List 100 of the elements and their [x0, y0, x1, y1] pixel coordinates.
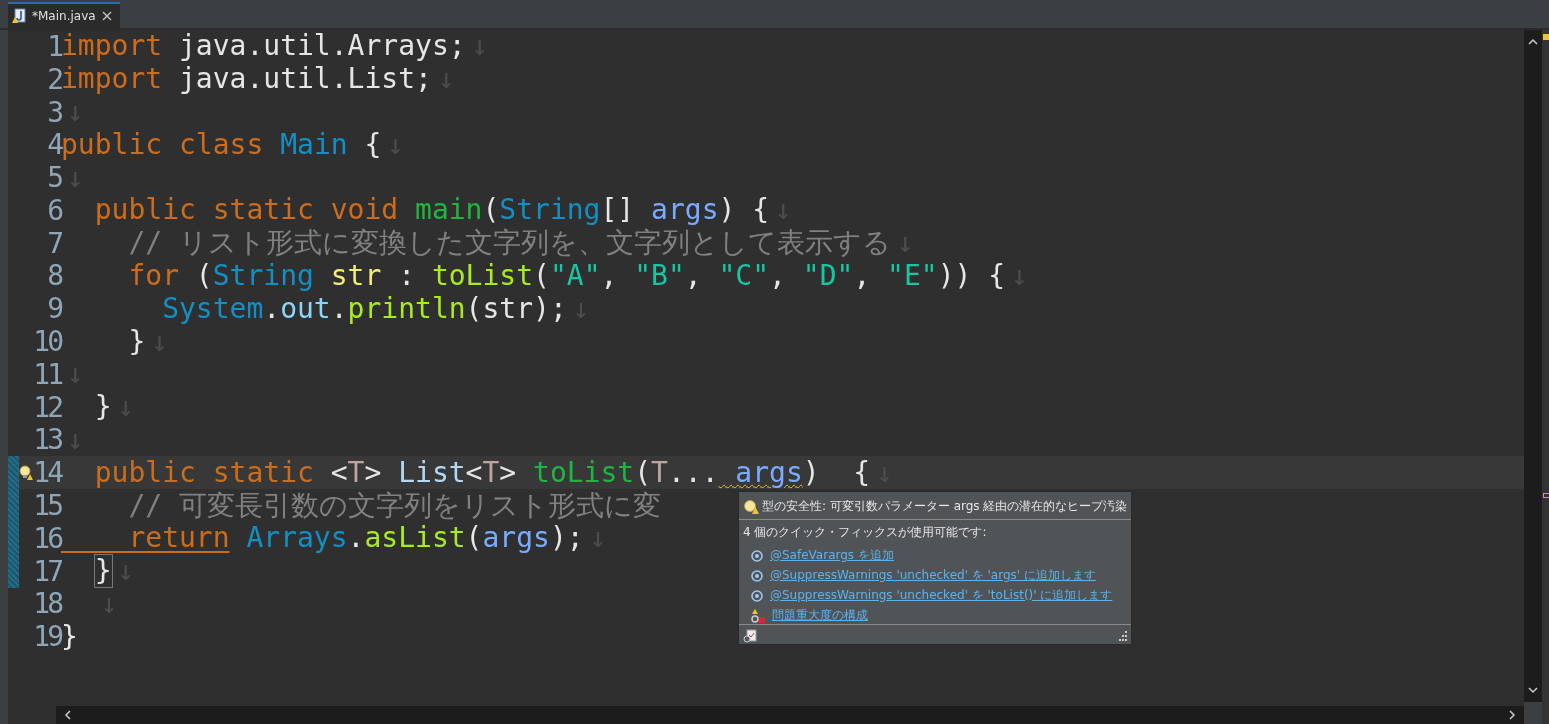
lightbulb-warning-icon[interactable]: [19, 464, 33, 481]
line-number: 19: [33, 620, 61, 654]
keyword: class: [178, 128, 264, 161]
method-call: asList: [364, 522, 466, 555]
line-end-marker: ↓: [571, 292, 590, 325]
code-text: :: [397, 259, 416, 292]
type-name: String: [212, 259, 314, 292]
code-text: java.util.List;: [178, 63, 432, 96]
type-parameter: T: [347, 456, 365, 489]
java-file-icon: [12, 8, 26, 24]
line-number: 17: [33, 554, 61, 588]
code-text: }: [61, 620, 78, 653]
code-text: (str);: [465, 292, 567, 325]
keyword: static: [211, 194, 314, 227]
keyword: import: [61, 63, 163, 96]
line-number: 9: [46, 292, 61, 326]
keyword: import: [61, 30, 163, 63]
method-call: toList: [430, 259, 534, 292]
code-comment: // 可変長引数の文字列をリスト形式に変: [127, 489, 661, 522]
code-text: <: [329, 456, 348, 489]
line-number: 4: [46, 128, 61, 162]
scroll-right-icon[interactable]: [1508, 710, 1517, 720]
keyword: public: [93, 194, 196, 227]
scroll-left-icon[interactable]: [64, 710, 72, 720]
line-end-marker: ↓: [436, 63, 455, 96]
line-number: 14: [33, 456, 61, 490]
line-end-marker: ↓: [875, 456, 894, 489]
type-name: Arrays: [245, 522, 348, 555]
annotation-icon: [751, 589, 763, 602]
resize-grip-icon[interactable]: [1117, 631, 1128, 641]
keyword: for: [127, 259, 179, 292]
line-number: 15: [33, 489, 61, 523]
line-number: 5: [46, 161, 61, 195]
keyword: static: [211, 456, 314, 489]
line-end-marker: ↓: [116, 555, 135, 588]
line-end-marker: ↓: [66, 423, 84, 456]
preferences-icon[interactable]: [743, 629, 757, 643]
code-text: ...: [667, 456, 719, 489]
line-number: 7: [46, 226, 61, 260]
method-name: toList: [532, 456, 635, 489]
line-end-marker: ↓: [150, 325, 169, 358]
code-text: ,: [684, 259, 702, 292]
line-number: 8: [46, 259, 61, 293]
line-number: 16: [33, 521, 61, 555]
parameter: args: [482, 522, 550, 555]
vertical-scrollbar[interactable]: [1524, 30, 1543, 702]
horizontal-scrollbar[interactable]: [56, 706, 1525, 724]
field-name: out: [280, 292, 331, 325]
scroll-down-icon[interactable]: [1528, 686, 1539, 694]
interface-name: List: [397, 456, 466, 489]
line-end-marker: ↓: [588, 522, 607, 555]
code-text: {: [363, 128, 382, 161]
quick-fix-link[interactable]: 問題重大度の構成: [772, 607, 868, 624]
type-parameter: T: [482, 456, 500, 489]
code-text: (: [533, 259, 550, 292]
quick-fix-link[interactable]: @SuppressWarnings 'unchecked' を 'toList()' に追加します: [770, 587, 1113, 604]
quick-fix-link[interactable]: @SuppressWarnings 'unchecked' を 'args' に追加します: [770, 567, 1096, 584]
line-end-marker: ↓: [386, 128, 405, 161]
warning-summary-marker: [1543, 34, 1549, 40]
tab-title: *Main.java: [32, 9, 96, 23]
code-text: java.util.Arrays;: [178, 30, 466, 63]
keyword: public: [93, 456, 196, 489]
code-text: .: [330, 292, 348, 325]
string-literal: "D": [801, 259, 854, 292]
code-text: ,: [769, 259, 786, 292]
code-text: ) {: [718, 194, 770, 227]
type-name: System: [161, 292, 264, 325]
string-literal: "B": [633, 259, 685, 292]
string-literal: "C": [717, 259, 770, 292]
string-literal: "A": [549, 259, 601, 292]
parameter: args: [734, 456, 803, 489]
keyword: void: [329, 194, 399, 227]
line-end-marker: ↓: [99, 587, 118, 620]
code-text: (: [482, 194, 500, 227]
parameter: args: [650, 194, 719, 227]
line-number: 2: [46, 62, 61, 96]
line-number: 11: [33, 357, 61, 391]
code-comment: // リスト形式に変換した文字列を、文字列として表示する: [127, 227, 891, 260]
keyword: public: [61, 128, 163, 161]
type-name: Main: [279, 128, 348, 161]
line-number: 1: [46, 29, 61, 63]
line-end-marker: ↓: [66, 358, 84, 391]
line-end-marker: ↓: [896, 227, 914, 260]
annotation-icon: [751, 549, 763, 562]
quick-fix-link[interactable]: @SafeVarargs を追加: [770, 547, 894, 564]
string-literal: "E": [886, 259, 938, 292]
scroll-up-icon[interactable]: [1528, 38, 1539, 46]
code-text: .: [263, 292, 281, 325]
type-parameter: T: [651, 456, 668, 489]
code-text: []: [600, 194, 635, 227]
code-text: ) {: [802, 456, 871, 489]
variable-name: str: [329, 259, 382, 292]
code-text: ,: [853, 259, 871, 292]
code-text: (: [634, 456, 652, 489]
editor-tab[interactable]: *Main.java: [8, 2, 120, 28]
line-number: 10: [33, 325, 61, 359]
keyword: return: [127, 522, 230, 555]
line-number: 6: [46, 193, 61, 227]
code-text: ,: [600, 259, 618, 292]
close-icon[interactable]: [101, 11, 112, 21]
